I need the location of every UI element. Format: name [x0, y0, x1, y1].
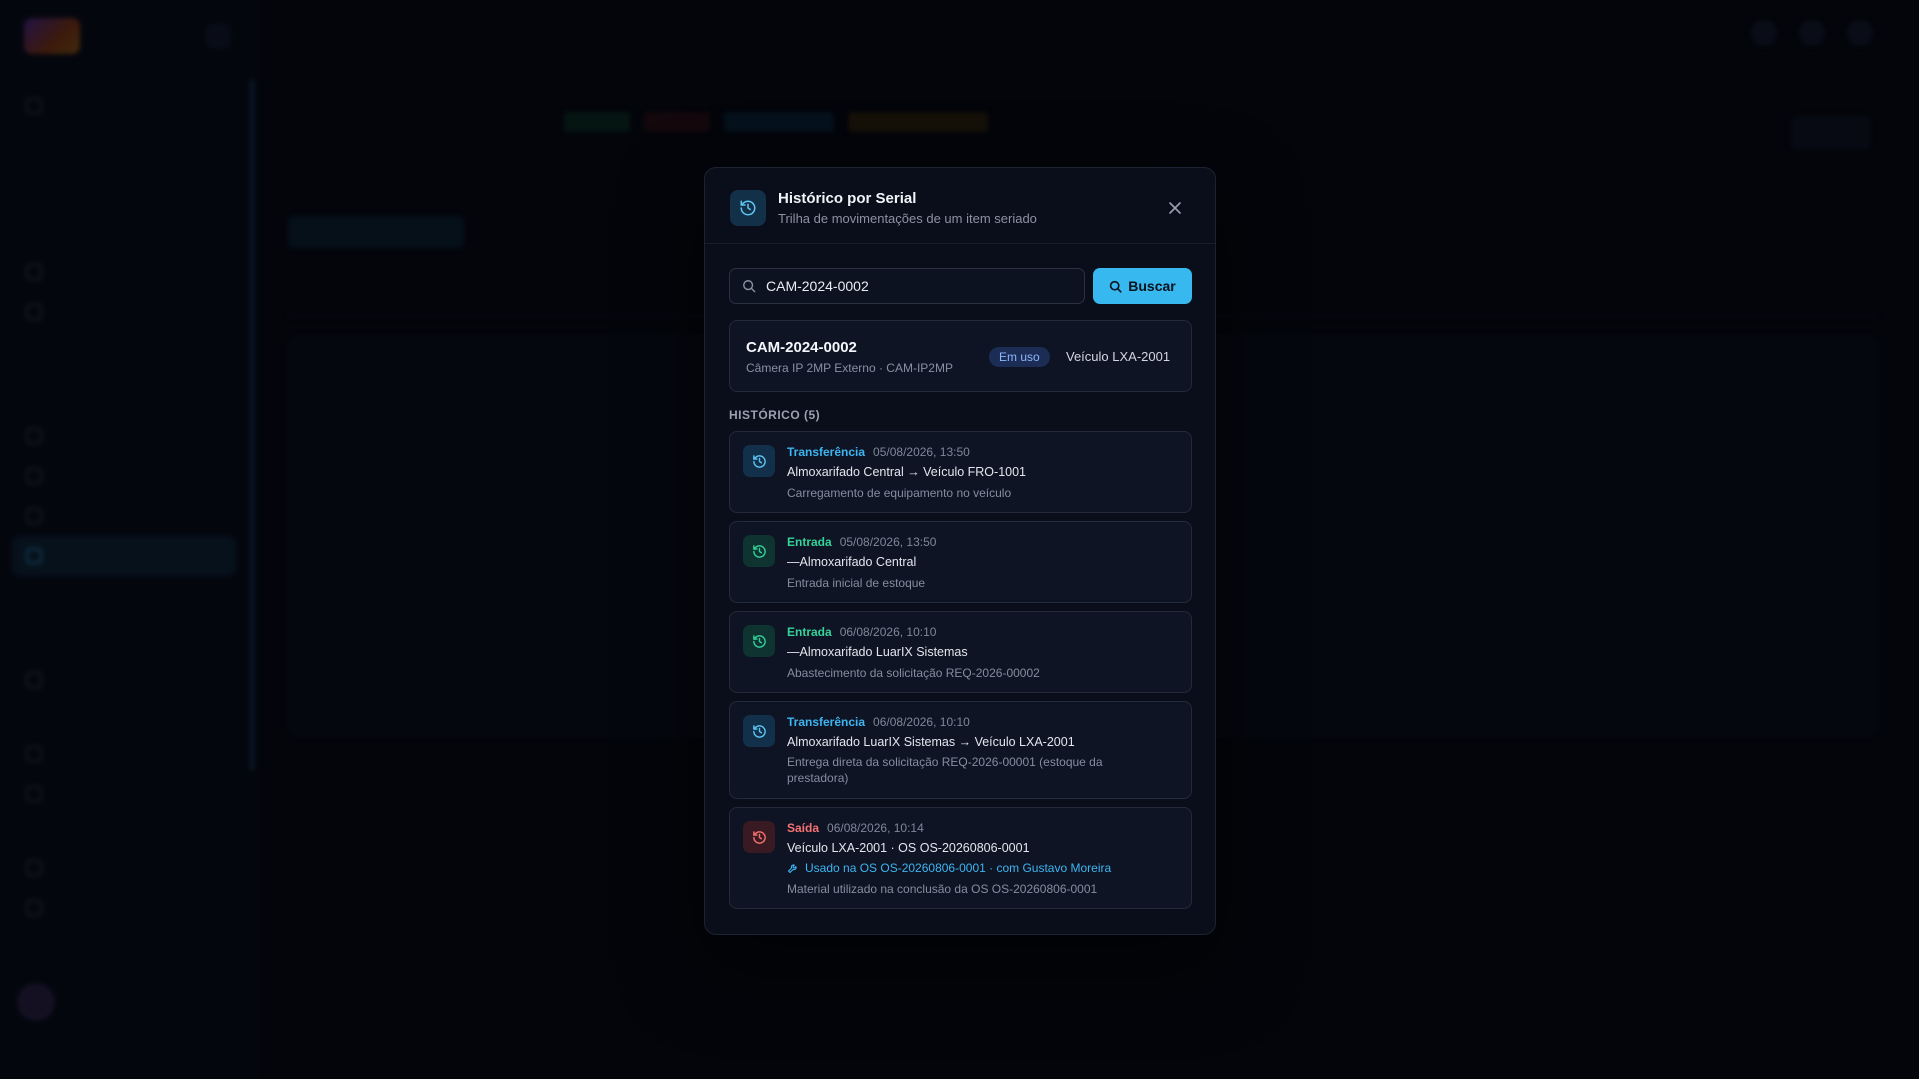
history-type-label: Entrada: [787, 625, 832, 639]
history-date: 06/08/2026, 10:14: [827, 821, 924, 835]
wrench-icon: [787, 864, 797, 874]
history-type-label: Transferência: [787, 715, 866, 729]
history-item: Entrada 06/08/2026, 10:10 —Almoxarifado L…: [729, 611, 1192, 693]
history-date: 05/08/2026, 13:50: [873, 445, 970, 459]
serial-search-input[interactable]: [756, 269, 1084, 303]
history-icon: [743, 535, 775, 567]
history-item: Saída 06/08/2026, 10:14 Veículo LXA-2001 …: [729, 807, 1192, 909]
history-route: Almoxarifado Central → Veículo FRO-1001: [787, 465, 1026, 479]
history-icon: [743, 715, 775, 747]
service-order-link[interactable]: Usado na OS OS-20260806-0001 · com Gusta…: [787, 861, 1111, 875]
history-route: —Almoxarifado LuarIX Sistemas: [787, 645, 968, 659]
status-badge: Em uso: [989, 347, 1050, 367]
history-type-label: Saída: [787, 821, 820, 835]
history-title: HISTÓRICO (5): [729, 408, 821, 422]
service-order-link-label: Usado na OS OS-20260806-0001 · com Gusta…: [805, 861, 1112, 875]
history-type: Saída 06/08/2026, 10:14: [787, 821, 924, 835]
serial-summary-card: CAM-2024-0002 Câmera IP 2MP Externo · CA…: [729, 320, 1192, 392]
serial-history-modal: Histórico por Serial Trilha de movimenta…: [704, 167, 1216, 935]
history-type: Transferência 06/08/2026, 10:10: [787, 715, 970, 729]
history-type: Transferência 05/08/2026, 13:50: [787, 445, 970, 459]
history-type-label: Transferência: [787, 445, 866, 459]
search-icon: [1110, 280, 1122, 293]
history-icon: [743, 821, 775, 853]
history-route: —Almoxarifado Central: [787, 555, 917, 569]
serial-description: Câmera IP 2MP Externo · CAM-IP2MP: [746, 361, 953, 375]
history-date: 06/08/2026, 10:10: [873, 715, 970, 729]
history-item: Transferência 06/08/2026, 10:10 Almoxarif…: [729, 701, 1192, 799]
history-type-label: Entrada: [787, 535, 832, 549]
history-date: 05/08/2026, 13:50: [839, 535, 937, 549]
history-type: Entrada 06/08/2026, 10:10: [787, 625, 936, 639]
history-route: Veículo LXA-2001 · OS OS-20260806-0001: [787, 841, 1030, 855]
serial-location: Veículo LXA-2001: [1066, 349, 1171, 364]
close-icon[interactable]: [1163, 196, 1187, 220]
history-item: Transferência 05/08/2026, 13:50 Almoxarif…: [729, 431, 1192, 513]
search-button-label: Buscar: [1128, 278, 1176, 294]
history-item: Entrada 05/08/2026, 13:50 —Almoxarifado C…: [729, 521, 1192, 603]
history-route: Almoxarifado LuarIX Sistemas → Veículo L…: [787, 735, 1075, 749]
modal-title: Histórico por Serial: [778, 190, 917, 207]
history-note: Entrada inicial de estoque: [787, 576, 926, 590]
history-icon: [743, 445, 775, 477]
history-date: 06/08/2026, 10:10: [839, 625, 937, 639]
history-note: Carregamento de equipamento no veículo: [787, 486, 1012, 500]
serial-search-field[interactable]: [729, 268, 1085, 304]
modal-header: Histórico por Serial Trilha de movimenta…: [705, 168, 1215, 244]
history-note: Material utilizado na conclusão da OS OS…: [787, 882, 1098, 896]
search-icon: [743, 280, 756, 293]
history-note: Entrega direta da solicitação REQ-2026-0…: [787, 755, 1103, 785]
history-icon: [730, 190, 766, 226]
history-icon: [743, 625, 775, 657]
modal-subtitle: Trilha de movimentações de um item seria…: [778, 211, 1037, 226]
serial-code: CAM-2024-0002: [746, 339, 857, 356]
history-note: Abastecimento da solicitação REQ-2026-00…: [787, 666, 1040, 680]
history-type: Entrada 05/08/2026, 13:50: [787, 535, 936, 549]
search-button[interactable]: Buscar: [1093, 268, 1192, 304]
